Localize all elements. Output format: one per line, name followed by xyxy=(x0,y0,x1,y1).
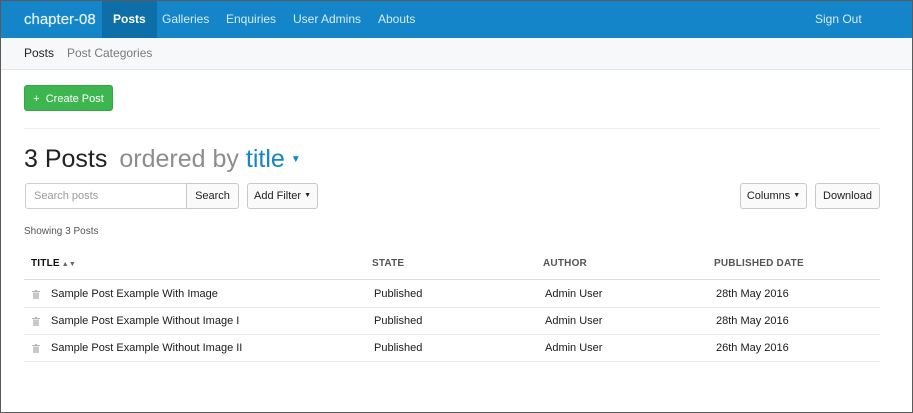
app-window: chapter-08 Posts Galleries Enquiries Use… xyxy=(0,0,913,413)
nav-item-abouts[interactable]: Abouts xyxy=(378,1,415,38)
table-row: Sample Post Example With Image Published… xyxy=(24,281,880,308)
create-post-label: Create Post xyxy=(45,93,104,105)
post-published-date: 28th May 2016 xyxy=(716,315,789,327)
add-filter-button[interactable]: Add Filter ▼ xyxy=(247,183,318,209)
chevron-down-icon[interactable]: ▼ xyxy=(291,154,301,165)
top-nav: chapter-08 Posts Galleries Enquiries Use… xyxy=(1,1,912,38)
post-author: Admin User xyxy=(545,288,603,300)
nav-item-enquiries[interactable]: Enquiries xyxy=(226,1,276,38)
nav-item-user-admins[interactable]: User Admins xyxy=(293,1,361,38)
subnav-item-posts[interactable]: Posts xyxy=(24,38,54,69)
plus-icon: + xyxy=(33,93,40,105)
trash-icon[interactable] xyxy=(32,290,40,299)
column-header-state[interactable]: STATE xyxy=(372,258,404,269)
columns-label: Columns xyxy=(746,190,791,202)
search-input[interactable] xyxy=(25,183,187,209)
post-state: Published xyxy=(374,315,423,327)
download-button[interactable]: Download xyxy=(815,183,880,209)
search-button[interactable]: Search xyxy=(186,183,239,209)
add-filter-label: Add Filter xyxy=(253,190,302,202)
post-published-date: 26th May 2016 xyxy=(716,342,789,354)
column-header-title[interactable]: TITLE ▲▼ xyxy=(31,258,76,269)
post-state: Published xyxy=(374,288,423,300)
chevron-down-icon: ▼ xyxy=(793,192,801,200)
results-summary: Showing 3 Posts xyxy=(24,226,99,237)
table-header: TITLE ▲▼ STATE AUTHOR PUBLISHED DATE xyxy=(24,258,880,280)
trash-icon[interactable] xyxy=(32,317,40,326)
columns-button[interactable]: Columns ▼ xyxy=(740,183,807,209)
sort-field-dropdown[interactable]: title xyxy=(246,145,285,173)
divider xyxy=(24,128,880,129)
post-published-date: 28th May 2016 xyxy=(716,288,789,300)
trash-icon[interactable] xyxy=(32,344,40,353)
page-title: 3 Posts ordered by title ▼ xyxy=(24,141,301,177)
table-row: Sample Post Example Without Image II Pub… xyxy=(24,335,880,362)
post-author: Admin User xyxy=(545,315,603,327)
post-state: Published xyxy=(374,342,423,354)
chevron-down-icon: ▼ xyxy=(304,192,311,200)
table-row: Sample Post Example Without Image I Publ… xyxy=(24,308,880,335)
post-count: 3 Posts xyxy=(24,145,108,173)
sort-icon: ▲▼ xyxy=(61,261,77,268)
ordered-by-label: ordered by xyxy=(119,145,239,173)
post-title-link[interactable]: Sample Post Example With Image xyxy=(51,281,218,308)
post-author: Admin User xyxy=(545,342,603,354)
post-title-link[interactable]: Sample Post Example Without Image I xyxy=(51,308,239,335)
post-title-link[interactable]: Sample Post Example Without Image II xyxy=(51,335,242,362)
create-post-button[interactable]: + Create Post xyxy=(24,85,113,111)
nav-item-galleries[interactable]: Galleries xyxy=(162,1,209,38)
sub-nav: Posts Post Categories xyxy=(1,38,912,70)
column-header-published-date[interactable]: PUBLISHED DATE xyxy=(714,258,804,269)
nav-item-posts[interactable]: Posts xyxy=(102,1,157,38)
sign-out-link[interactable]: Sign Out xyxy=(815,1,862,38)
subnav-item-post-categories[interactable]: Post Categories xyxy=(67,38,152,69)
brand-link[interactable]: chapter-08 xyxy=(24,1,96,38)
column-header-author[interactable]: AUTHOR xyxy=(543,258,587,269)
